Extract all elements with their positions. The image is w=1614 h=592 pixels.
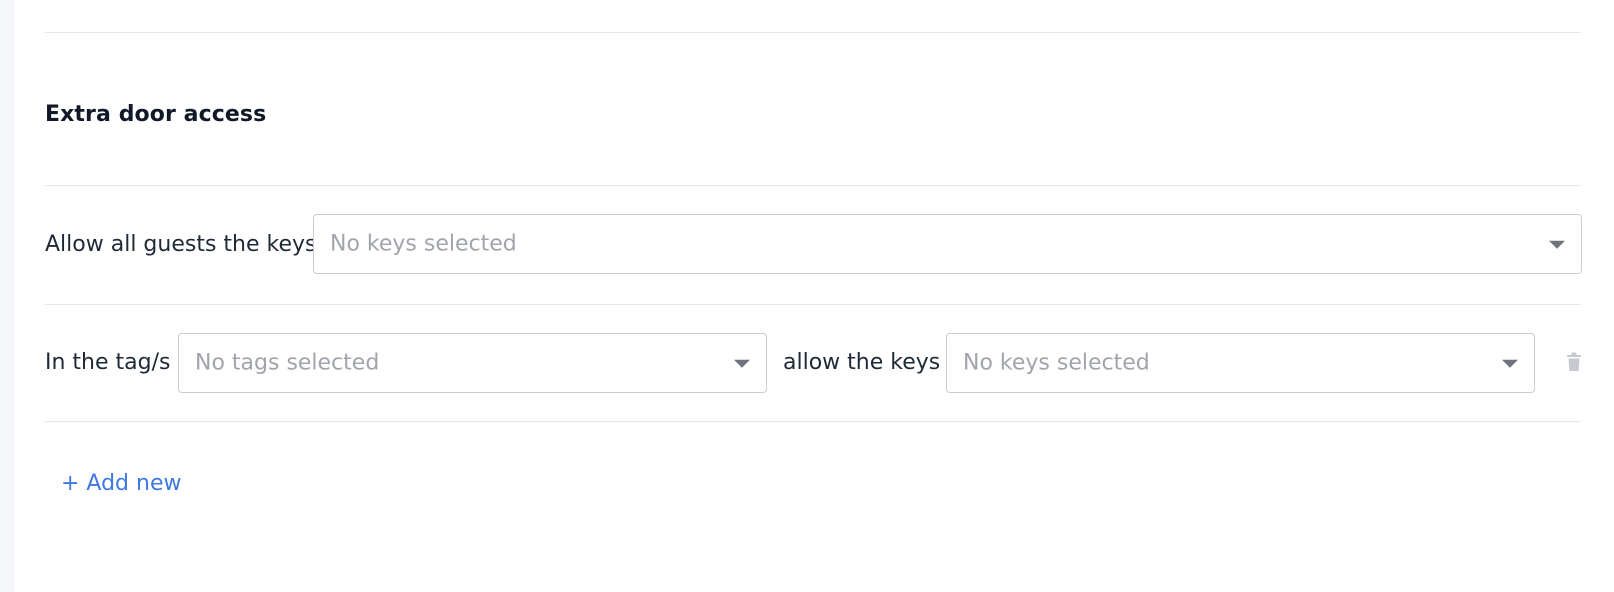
- allow-all-guests-label: Allow all guests the keys: [45, 232, 317, 257]
- section-title: Extra door access: [45, 102, 267, 127]
- tag-rule-keys-placeholder: No keys selected: [963, 350, 1150, 376]
- top-divider: [45, 32, 1581, 33]
- tag-rule-prefix-label: In the tag/s: [45, 350, 171, 375]
- tag-rule-keys-select[interactable]: No keys selected: [946, 333, 1535, 393]
- all-guests-keys-select[interactable]: No keys selected: [313, 214, 1582, 274]
- add-new-link[interactable]: + Add new: [61, 471, 181, 496]
- tag-rule-middle-label: allow the keys: [783, 350, 941, 375]
- all-guests-keys-placeholder: No keys selected: [330, 231, 517, 257]
- row-divider: [45, 304, 1581, 305]
- trash-icon[interactable]: [1566, 352, 1582, 372]
- section-title-divider: [45, 185, 1581, 186]
- tags-placeholder: No tags selected: [195, 350, 380, 376]
- chevron-down-icon: [1549, 240, 1565, 249]
- tags-select[interactable]: No tags selected: [178, 333, 767, 393]
- row-divider: [45, 421, 1581, 422]
- settings-panel: [13, 0, 1614, 592]
- chevron-down-icon: [1502, 359, 1518, 368]
- chevron-down-icon: [734, 359, 750, 368]
- trash-icon-graphic: [1567, 352, 1581, 371]
- page: Extra door access Allow all guests the k…: [0, 0, 1614, 592]
